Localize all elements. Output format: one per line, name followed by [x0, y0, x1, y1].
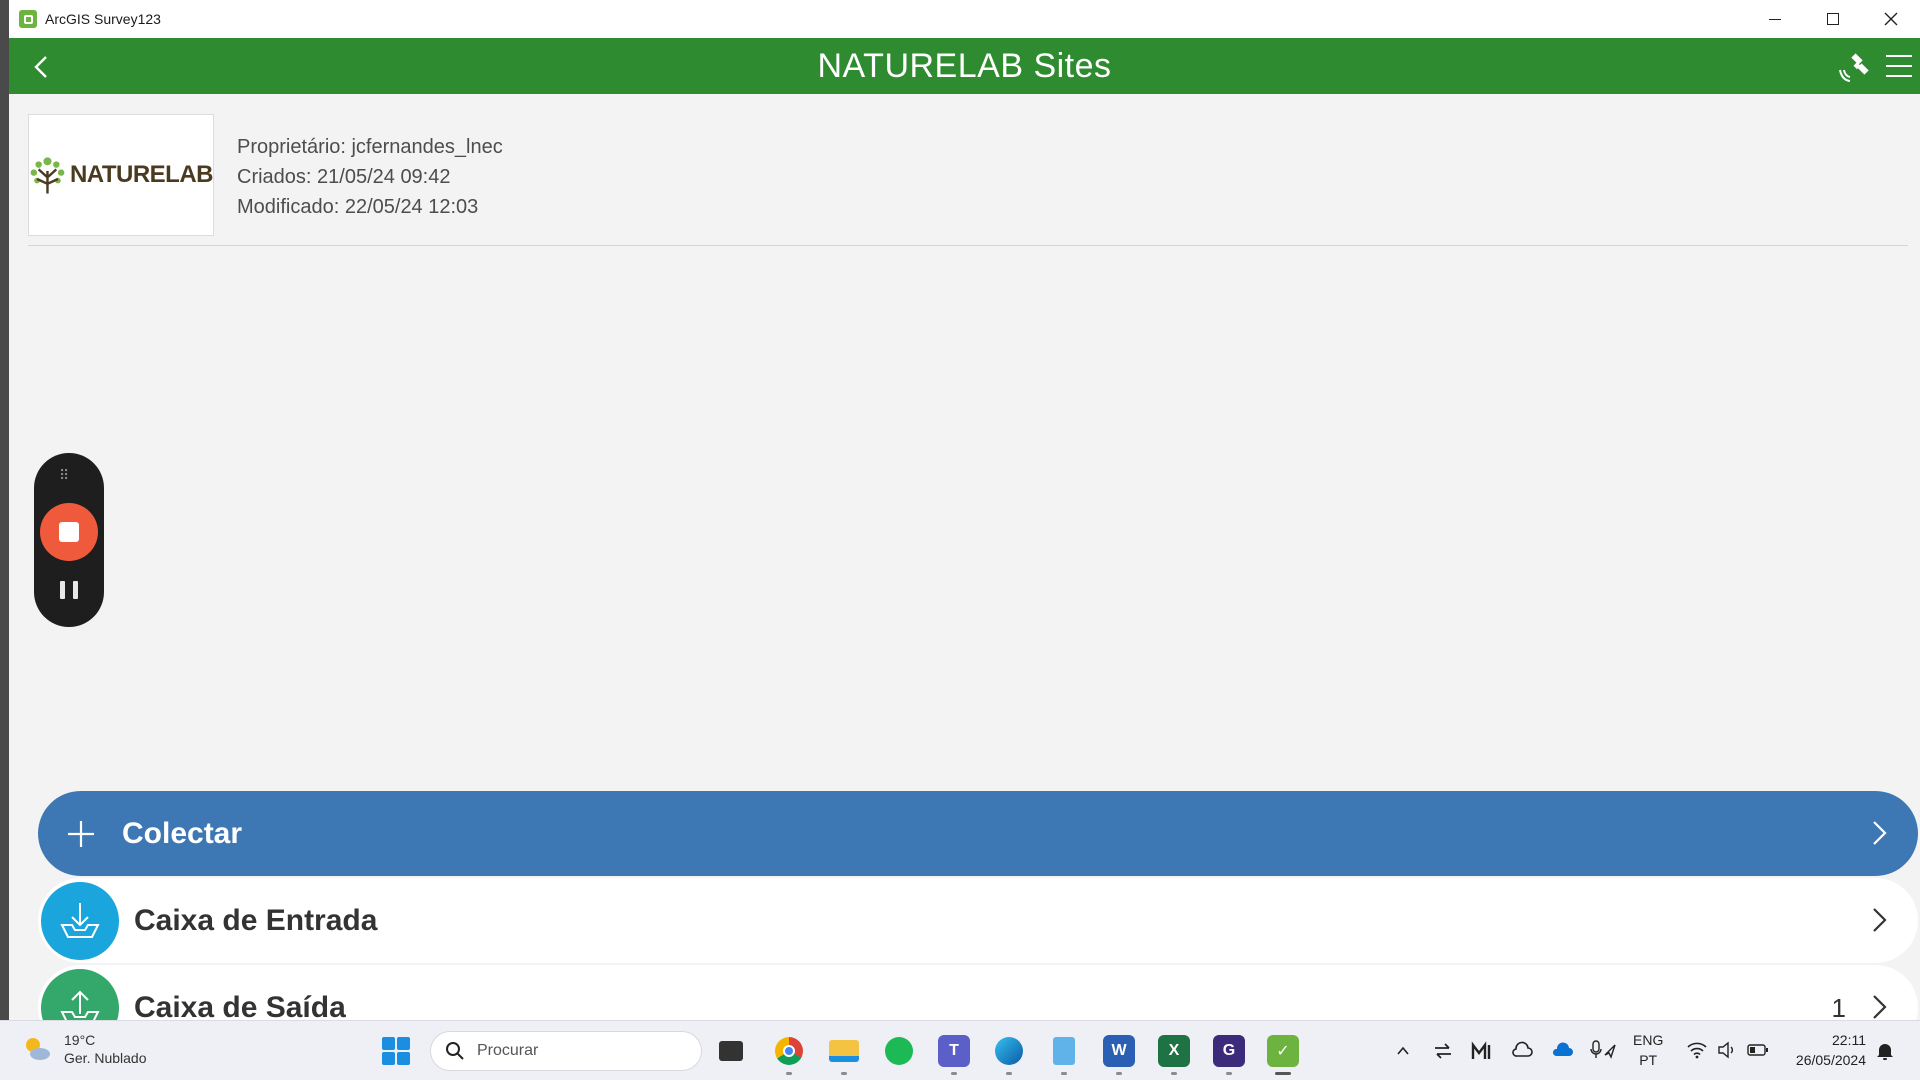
clock-time: 22:11 — [1832, 1032, 1866, 1048]
word-icon[interactable]: W — [1103, 1035, 1135, 1067]
search-icon — [446, 1042, 464, 1060]
hamburger-menu-icon[interactable] — [1884, 52, 1914, 80]
title-bar: ArcGIS Survey123 — [9, 0, 1920, 38]
pause-recording-button[interactable] — [60, 581, 78, 599]
close-icon — [1884, 12, 1898, 26]
volume-icon[interactable] — [1717, 1041, 1737, 1059]
outbox-count-badge: 1 — [1831, 993, 1846, 1020]
weather-widget[interactable]: 19°C Ger. Nublado — [22, 1031, 147, 1067]
weather-temperature: 19°C — [64, 1032, 96, 1048]
minimize-icon — [1769, 18, 1781, 20]
cloud-outline-icon[interactable] — [1511, 1041, 1533, 1059]
drag-handle-icon[interactable]: ⠿ — [59, 467, 70, 484]
survey123-app-icon — [19, 10, 37, 28]
wifi-icon[interactable] — [1686, 1041, 1708, 1059]
collect-label: Colectar — [122, 816, 243, 850]
close-button[interactable] — [1862, 0, 1920, 38]
show-hidden-icons-chevron-icon[interactable] — [1395, 1043, 1411, 1059]
language-code: ENG — [1633, 1032, 1664, 1048]
taskbar-search[interactable]: Procurar — [430, 1031, 702, 1071]
chevron-right-icon — [1873, 995, 1887, 1019]
survey-created: Criados: 21/05/24 09:42 — [237, 166, 451, 188]
spotify-icon[interactable] — [883, 1035, 915, 1067]
inbox-label: Caixa de Entrada — [134, 903, 378, 937]
page-title: NATURELAB Sites — [817, 47, 1112, 85]
naturelab-logo-text: NATURELAB — [69, 161, 214, 188]
survey-thumbnail: NATURELAB — [28, 114, 214, 236]
chevron-right-icon — [1873, 908, 1887, 932]
notification-bell-icon[interactable] — [1876, 1041, 1894, 1061]
onedrive-cloud-icon[interactable] — [1550, 1041, 1574, 1059]
battery-icon[interactable] — [1747, 1042, 1769, 1058]
survey-owner: Proprietário: jcfernandes_lnec — [237, 136, 503, 158]
outbox-icon-circle — [41, 968, 119, 1020]
windows-start-icon[interactable] — [382, 1037, 410, 1065]
windows-taskbar: 19°C Ger. Nublado Procurar T W X G ✓ ENG… — [0, 1020, 1920, 1080]
minimize-button[interactable] — [1746, 0, 1804, 38]
outbox-button[interactable]: Caixa de Saída 1 — [38, 965, 1918, 1020]
outbox-label: Caixa de Saída — [134, 990, 346, 1021]
survey-modified: Modificado: 22/05/24 12:03 — [237, 196, 479, 218]
inbox-download-icon — [60, 902, 100, 938]
teams-icon[interactable]: T — [938, 1035, 970, 1067]
survey123-window: ArcGIS Survey123 NATURELAB Sites NATUREL… — [9, 0, 1920, 1020]
screen-recorder-widget: ⠿ — [34, 453, 104, 627]
partly-cloudy-icon — [26, 1038, 50, 1060]
outbox-upload-icon — [60, 990, 100, 1020]
stop-recording-button[interactable] — [40, 503, 98, 561]
survey123-taskbar-icon[interactable]: ✓ — [1267, 1035, 1299, 1067]
window-title: ArcGIS Survey123 — [45, 11, 161, 27]
stop-icon — [59, 522, 79, 542]
mi-mouse-icon[interactable] — [1471, 1041, 1493, 1061]
edge-icon[interactable] — [993, 1035, 1025, 1067]
inbox-button[interactable]: Caixa de Entrada — [38, 878, 1918, 963]
app-header: NATURELAB Sites — [9, 38, 1920, 94]
task-view-icon[interactable] — [715, 1035, 747, 1067]
naturelab-tree-logo — [30, 157, 65, 194]
excel-icon[interactable]: X — [1158, 1035, 1190, 1067]
search-placeholder: Procurar — [477, 1042, 539, 1059]
satellite-gps-icon[interactable] — [1836, 50, 1870, 84]
system-clock[interactable]: 22:11 26/05/2024 — [1796, 1030, 1866, 1070]
inbox-icon-circle — [41, 881, 119, 960]
maximize-icon — [1827, 13, 1839, 25]
maximize-button[interactable] — [1804, 0, 1862, 38]
input-language-indicator[interactable]: ENG PT — [1633, 1030, 1663, 1070]
notepad-icon[interactable] — [1048, 1035, 1080, 1067]
plus-icon — [68, 820, 94, 847]
transfer-arrows-icon[interactable] — [1433, 1041, 1453, 1061]
chrome-icon[interactable] — [773, 1035, 805, 1067]
clock-date: 26/05/2024 — [1795, 1052, 1866, 1068]
survey-info-panel: NATURELAB Proprietário: jcfernandes_lnec… — [28, 114, 1908, 246]
collect-button[interactable]: Colectar — [38, 791, 1918, 876]
keyboard-layout: PT — [1639, 1052, 1658, 1068]
weather-description: Ger. Nublado — [64, 1050, 147, 1066]
file-explorer-icon[interactable] — [828, 1035, 860, 1067]
app-g-icon[interactable]: G — [1213, 1035, 1245, 1067]
chevron-right-icon — [1873, 821, 1887, 845]
microphone-location-icon[interactable] — [1589, 1039, 1617, 1061]
survey-metadata: Proprietário: jcfernandes_lnec Criados: … — [237, 132, 503, 222]
